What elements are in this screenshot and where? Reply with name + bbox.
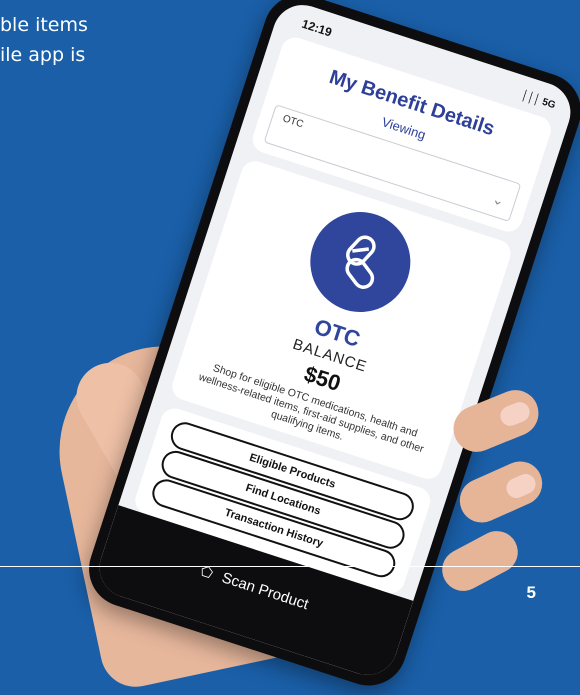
scan-product-label: Scan Product	[219, 569, 311, 614]
intro-line-1: ble items	[0, 14, 88, 36]
signal-icon: │││ 5G	[520, 90, 557, 112]
page-divider	[0, 566, 580, 567]
pill-icon	[297, 199, 424, 326]
intro-line-2: ile app is	[0, 44, 86, 66]
intro-text: ble items ile app is	[0, 10, 88, 70]
chevron-down-icon: ⌄	[490, 190, 507, 210]
status-time: 12:19	[300, 16, 334, 40]
page-number: 5	[526, 583, 536, 602]
phone-screen: 12:19 │││ 5G My Benefit Details Viewing …	[91, 0, 579, 683]
benefit-select-value: OTC	[281, 113, 305, 131]
hand-finger-3	[434, 523, 526, 599]
